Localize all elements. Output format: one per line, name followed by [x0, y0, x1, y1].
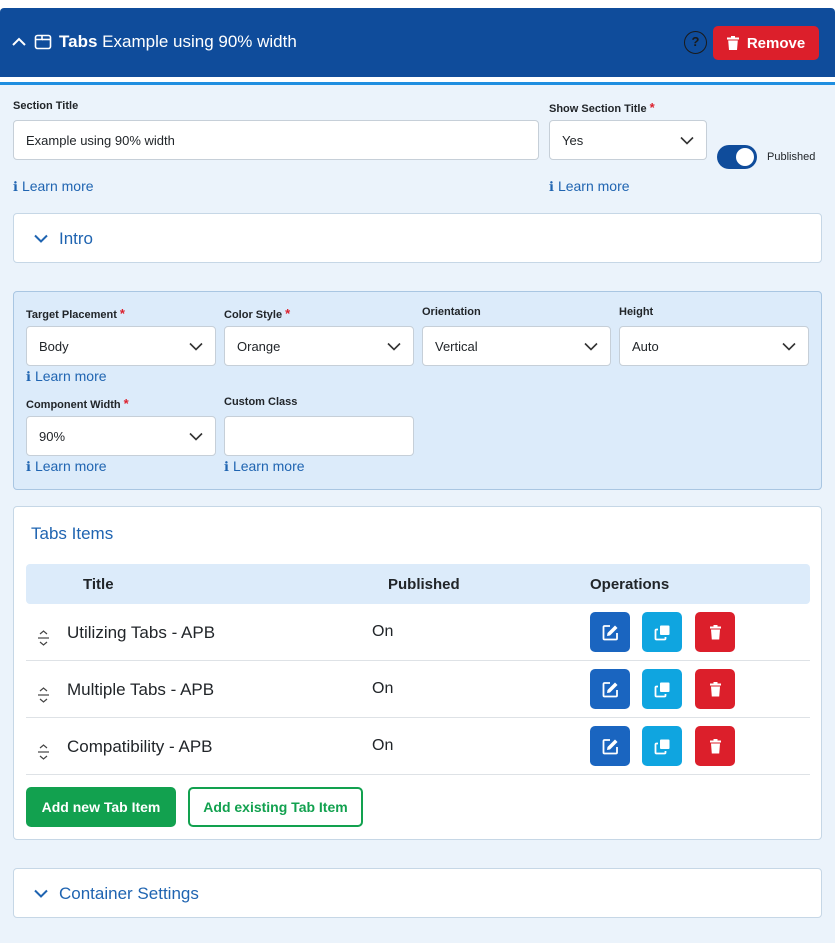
info-icon: ℹ: [13, 179, 18, 194]
edit-icon: [602, 738, 618, 754]
chevron-down-icon: [34, 234, 48, 243]
column-header-title: Title: [83, 576, 114, 593]
drag-handle-icon[interactable]: [37, 687, 50, 703]
tabs-icon: [34, 34, 52, 50]
edit-icon: [602, 681, 618, 697]
copy-icon: [654, 625, 669, 640]
orientation-select[interactable]: Vertical: [422, 326, 611, 366]
delete-button[interactable]: [695, 726, 735, 766]
show-section-title-label: Show Section Title *: [549, 100, 655, 115]
trash-icon: [709, 681, 721, 696]
section-title-input[interactable]: Example using 90% width: [13, 120, 539, 160]
drag-handle-icon[interactable]: [37, 630, 50, 646]
copy-icon: [654, 739, 669, 754]
show-section-title-learn-more[interactable]: ℹ Learn more: [549, 178, 630, 195]
info-icon: ℹ: [224, 459, 229, 474]
info-icon: ℹ: [549, 179, 554, 194]
intro-accordion-title: Intro: [59, 229, 94, 248]
edit-button[interactable]: [590, 726, 630, 766]
row-published: On: [372, 680, 394, 697]
chevron-up-icon[interactable]: [12, 35, 26, 49]
component-width-learn-more[interactable]: ℹ Learn more: [26, 458, 107, 475]
drag-handle-icon[interactable]: [37, 744, 50, 760]
info-icon: ℹ: [26, 369, 31, 384]
info-icon: ℹ: [26, 459, 31, 474]
container-settings-title: Container Settings: [59, 884, 199, 903]
tabs-items-panel: Tabs Items Title Published Operations Ut…: [13, 506, 822, 840]
trash-icon: [726, 36, 739, 50]
delete-button[interactable]: [695, 612, 735, 652]
custom-class-input[interactable]: [224, 416, 414, 456]
copy-button[interactable]: [642, 669, 682, 709]
published-toggle-label: Published: [767, 151, 816, 163]
published-toggle[interactable]: [717, 145, 757, 169]
trash-icon: [709, 624, 721, 639]
remove-button-label: Remove: [746, 34, 806, 52]
copy-button[interactable]: [642, 726, 682, 766]
table-row: Multiple Tabs - APB On: [26, 661, 810, 718]
edit-button[interactable]: [590, 612, 630, 652]
edit-button[interactable]: [590, 669, 630, 709]
section-title-learn-more[interactable]: ℹ Learn more: [13, 178, 94, 195]
color-style-select[interactable]: Orange: [224, 326, 414, 366]
height-label: Height: [619, 306, 654, 318]
add-existing-tab-item-button[interactable]: Add existing Tab Item: [188, 787, 363, 827]
column-header-operations: Operations: [590, 576, 670, 593]
column-header-published: Published: [388, 576, 460, 593]
page: Tabs Example using 90% width ? Remove Se…: [0, 0, 835, 943]
help-icon[interactable]: ?: [684, 31, 707, 54]
chevron-down-icon: [189, 432, 203, 441]
trash-icon: [709, 738, 721, 753]
target-placement-learn-more[interactable]: ℹ Learn more: [26, 368, 107, 385]
intro-accordion[interactable]: Intro: [13, 213, 822, 263]
section-title-label: Section Title: [13, 100, 79, 112]
edit-icon: [602, 624, 618, 640]
row-title: Utilizing Tabs - APB: [67, 623, 216, 642]
chevron-down-icon: [782, 342, 796, 351]
section-header-title: Tabs Example using 90% width: [59, 32, 297, 52]
section-type-label: Tabs: [59, 32, 98, 51]
row-title: Compatibility - APB: [67, 737, 213, 756]
add-new-tab-item-button[interactable]: Add new Tab Item: [26, 787, 176, 827]
tabs-items-title: Tabs Items: [31, 524, 114, 543]
component-width-select[interactable]: 90%: [26, 416, 216, 456]
orientation-label: Orientation: [422, 306, 481, 318]
component-settings-panel: [13, 291, 822, 490]
chevron-down-icon: [189, 342, 203, 351]
chevron-down-icon: [34, 889, 48, 898]
section-header: Tabs Example using 90% width ? Remove: [0, 8, 835, 77]
target-placement-select[interactable]: Body: [26, 326, 216, 366]
chevron-down-icon: [584, 342, 598, 351]
remove-button[interactable]: Remove: [713, 26, 819, 60]
chevron-down-icon: [387, 342, 401, 351]
table-row: Utilizing Tabs - APB On: [26, 604, 810, 661]
section-name-label: Example using 90% width: [102, 32, 297, 51]
component-width-label: Component Width *: [26, 396, 129, 411]
height-select[interactable]: Auto: [619, 326, 809, 366]
show-section-title-select[interactable]: Yes: [549, 120, 707, 160]
custom-class-learn-more[interactable]: ℹ Learn more: [224, 458, 305, 475]
custom-class-label: Custom Class: [224, 396, 298, 408]
copy-icon: [654, 682, 669, 697]
row-published: On: [372, 737, 394, 754]
row-published: On: [372, 623, 394, 640]
copy-button[interactable]: [642, 612, 682, 652]
chevron-down-icon: [680, 136, 694, 145]
table-row: Compatibility - APB On: [26, 718, 810, 775]
delete-button[interactable]: [695, 669, 735, 709]
container-settings-accordion[interactable]: Container Settings: [13, 868, 822, 918]
row-title: Multiple Tabs - APB: [67, 680, 215, 699]
target-placement-label: Target Placement *: [26, 306, 125, 321]
color-style-label: Color Style *: [224, 306, 291, 321]
tabs-items-table-header: Title Published Operations: [26, 564, 810, 604]
